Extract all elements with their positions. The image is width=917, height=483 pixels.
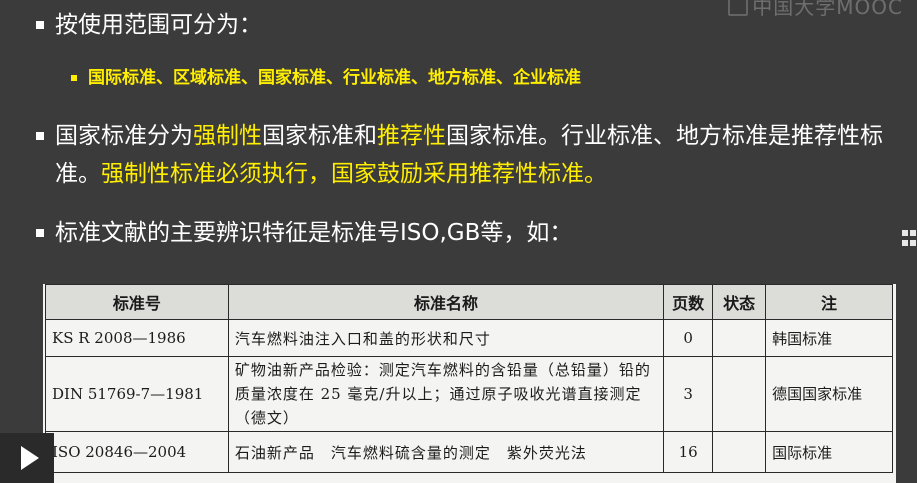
- mooc-watermark: 中国大学MOOC: [728, 0, 903, 20]
- cell-standard-name: 矿物油新产品检验：测定汽车燃料的含铅量（总铅量）铅的质量浓度在 25 毫克/升以…: [227, 356, 665, 432]
- table-row: KS R 2008—1986 汽车燃料油注入口和盖的形状和尺寸 0 韩国标准: [45, 319, 893, 357]
- slide: 中国大学MOOC 按使用范围可分为： 国际标准、区域标准、国家标准、行业标准、地…: [0, 0, 917, 483]
- cell-pages: 0: [663, 319, 714, 357]
- text-segment: 国家标准分为: [55, 123, 193, 149]
- bullet-icon: [36, 229, 44, 237]
- grid-icon[interactable]: [902, 230, 916, 248]
- bullet-text: 国家标准分为强制性国家标准和推荐性国家标准。行业标准、地方标准是推荐性标准。强制…: [55, 117, 906, 193]
- bullet-national-standards: 国家标准分为强制性国家标准和推荐性国家标准。行业标准、地方标准是推荐性标准。强制…: [36, 117, 906, 193]
- cell-note: 国际标准: [765, 431, 893, 473]
- bullet-icon: [36, 132, 44, 140]
- cell-standard-name: 汽车燃料油注入口和盖的形状和尺寸: [227, 319, 665, 357]
- standards-table: 标准号 标准名称 页数 状态 注 KS R 2008—1986 汽车燃料油注入口…: [45, 284, 893, 473]
- cell-note: 韩国标准: [765, 319, 893, 357]
- header-standard-no: 标准号: [45, 284, 229, 320]
- highlight-recommended: 推荐性: [377, 123, 446, 149]
- bullet-icon: [36, 21, 44, 29]
- highlight-mandatory: 强制性: [193, 123, 262, 149]
- cell-standard-name: 石油新产品 汽车燃料硫含量的测定 紫外荧光法: [227, 431, 665, 473]
- cell-note: 德国国家标准: [765, 356, 893, 432]
- sub-bullet-categories: 国际标准、区域标准、国家标准、行业标准、地方标准、企业标准: [71, 66, 581, 90]
- header-pages: 页数: [663, 284, 714, 320]
- watermark-text: 中国大学MOOC: [752, 0, 903, 19]
- grid-cell: [910, 240, 916, 246]
- cell-status: [712, 356, 767, 432]
- bullet-identification: 标准文献的主要辨识特征是标准号ISO,GB等，如：: [36, 216, 572, 250]
- bullet-classification: 按使用范围可分为：: [36, 10, 262, 40]
- cell-status: [712, 431, 767, 473]
- cell-pages: 3: [663, 356, 714, 432]
- cell-status: [712, 319, 767, 357]
- highlight-sentence: 强制性标准必须执行，国家鼓励采用推荐性标准。: [101, 161, 607, 187]
- cell-standard-no: KS R 2008—1986: [45, 319, 229, 357]
- play-icon: [21, 446, 39, 470]
- cell-standard-no: ISO 20846—2004: [45, 431, 229, 473]
- bullet-icon: [71, 75, 77, 81]
- table-row: ISO 20846—2004 石油新产品 汽车燃料硫含量的测定 紫外荧光法 16…: [45, 431, 893, 473]
- cell-standard-no: DIN 51769-7—1981: [45, 356, 229, 432]
- grid-cell: [902, 230, 908, 236]
- mooc-logo-icon: [728, 0, 749, 16]
- grid-cell: [902, 240, 908, 246]
- table-row: DIN 51769-7—1981 矿物油新产品检验：测定汽车燃料的含铅量（总铅量…: [45, 356, 893, 432]
- bullet-text: 按使用范围可分为：: [55, 12, 262, 38]
- text-segment: 国家标准和: [262, 123, 377, 149]
- standards-table-image: 标准号 标准名称 页数 状态 注 KS R 2008—1986 汽车燃料油注入口…: [43, 284, 896, 483]
- play-button[interactable]: [0, 433, 54, 483]
- grid-cell: [910, 230, 916, 236]
- table-header-row: 标准号 标准名称 页数 状态 注: [45, 284, 893, 320]
- sub-bullet-text: 国际标准、区域标准、国家标准、行业标准、地方标准、企业标准: [88, 68, 581, 88]
- bullet-text: 标准文献的主要辨识特征是标准号ISO,GB等，如：: [55, 220, 573, 246]
- header-note: 注: [765, 284, 893, 320]
- header-standard-name: 标准名称: [227, 284, 665, 320]
- cell-pages: 16: [663, 431, 714, 473]
- header-status: 状态: [712, 284, 767, 320]
